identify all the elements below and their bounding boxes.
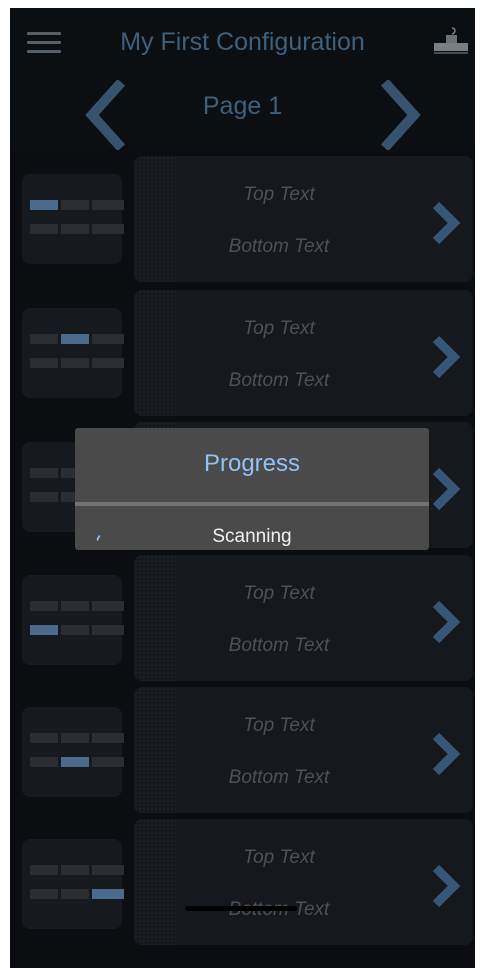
- grid-cell: [92, 358, 124, 368]
- card-texture: [134, 687, 176, 813]
- grid-cell: [30, 601, 58, 611]
- list-item-top-text: Top Text: [243, 847, 315, 868]
- grid-cell: [61, 601, 89, 611]
- grid-cell: [61, 889, 89, 899]
- grid-cell: [61, 200, 89, 210]
- grid-cell: [92, 733, 124, 743]
- grid-cell: [30, 625, 58, 635]
- grid-cell: [30, 733, 58, 743]
- list-item[interactable]: Top Text Bottom Text: [10, 156, 475, 284]
- grid-cell: [61, 334, 89, 344]
- grid-cell: [92, 625, 124, 635]
- grid-cell: [92, 757, 124, 767]
- home-indicator: [185, 906, 297, 911]
- chevron-right-icon[interactable]: [426, 731, 466, 777]
- list-item-card[interactable]: Top Text Bottom Text: [134, 290, 473, 416]
- grid-cell: [92, 601, 124, 611]
- list-item-bottom-text: Bottom Text: [228, 635, 330, 656]
- next-page-button[interactable]: [380, 80, 424, 150]
- list-item-bottom-text: Bottom Text: [228, 370, 330, 391]
- chevron-right-icon[interactable]: [426, 334, 466, 380]
- grid-cell: [30, 224, 58, 234]
- list-item[interactable]: Top Text Bottom Text: [10, 288, 475, 416]
- list-item[interactable]: Top Text Bottom Text: [10, 553, 475, 681]
- list-item-top-text: Top Text: [243, 318, 315, 339]
- dialog-title: Progress: [203, 450, 301, 477]
- list-item-card[interactable]: Top Text Bottom Text: [134, 156, 473, 282]
- list-item-top-text: Top Text: [243, 715, 315, 736]
- list-item[interactable]: Top TextBottom Text: [10, 817, 475, 945]
- grid-cell: [61, 733, 89, 743]
- grid-cell: [61, 865, 89, 875]
- list-item-card[interactable]: Top Text Bottom Text: [134, 555, 473, 681]
- layout-thumbnail: [22, 308, 124, 398]
- grid-cell: [61, 224, 89, 234]
- chevron-right-icon[interactable]: [426, 863, 466, 909]
- grid-cell: [92, 889, 124, 899]
- grid-cell: [30, 468, 58, 478]
- button-grid-icon: [30, 334, 124, 374]
- grid-cell: [30, 200, 58, 210]
- layout-thumbnail: [22, 575, 124, 665]
- grid-cell: [92, 865, 124, 875]
- grid-cell: [92, 224, 124, 234]
- layout-thumbnail: [22, 839, 124, 929]
- grid-cell: [30, 889, 58, 899]
- top-bar: My First Configuration Page 1: [10, 8, 475, 150]
- card-texture: [134, 819, 176, 945]
- layout-thumbnail: [22, 174, 124, 264]
- grid-cell: [61, 625, 89, 635]
- dialog-divider: [75, 502, 429, 506]
- list-item-card[interactable]: Top Text Bottom Text: [134, 687, 473, 813]
- button-grid-icon: [30, 200, 124, 240]
- grid-cell: [92, 334, 124, 344]
- list-item-top-text: Top Text: [243, 583, 315, 604]
- chevron-right-icon[interactable]: [426, 599, 466, 645]
- plug-icon[interactable]: [432, 26, 470, 58]
- layout-thumbnail: [22, 707, 124, 797]
- chevron-right-icon[interactable]: [426, 200, 466, 246]
- grid-cell: [92, 200, 124, 210]
- card-texture: [134, 290, 176, 416]
- grid-cell: [30, 334, 58, 344]
- button-grid-icon: [30, 865, 124, 905]
- card-texture: [134, 156, 176, 282]
- grid-cell: [30, 865, 58, 875]
- card-texture: [134, 555, 176, 681]
- chevron-right-icon[interactable]: [426, 466, 466, 512]
- app-screen: My First Configuration Page 1 Top Text Bo…: [10, 8, 475, 968]
- button-grid-icon: [30, 601, 124, 641]
- dialog-message: Scanning: [212, 526, 292, 547]
- list-item-bottom-text: Bottom Text: [228, 767, 330, 788]
- grid-cell: [30, 492, 58, 502]
- grid-cell: [30, 358, 58, 368]
- list-item-top-text: Top Text: [243, 184, 315, 205]
- list-item[interactable]: Top Text Bottom Text: [10, 685, 475, 813]
- list-item-card[interactable]: Top TextBottom Text: [134, 819, 473, 945]
- app-title: My First Configuration: [120, 28, 365, 56]
- grid-cell: [30, 757, 58, 767]
- grid-cell: [61, 358, 89, 368]
- button-grid-icon: [30, 733, 124, 773]
- grid-cell: [61, 757, 89, 767]
- list-item-bottom-text: Bottom Text: [228, 236, 330, 257]
- progress-dialog: Progress Scanning: [75, 428, 429, 550]
